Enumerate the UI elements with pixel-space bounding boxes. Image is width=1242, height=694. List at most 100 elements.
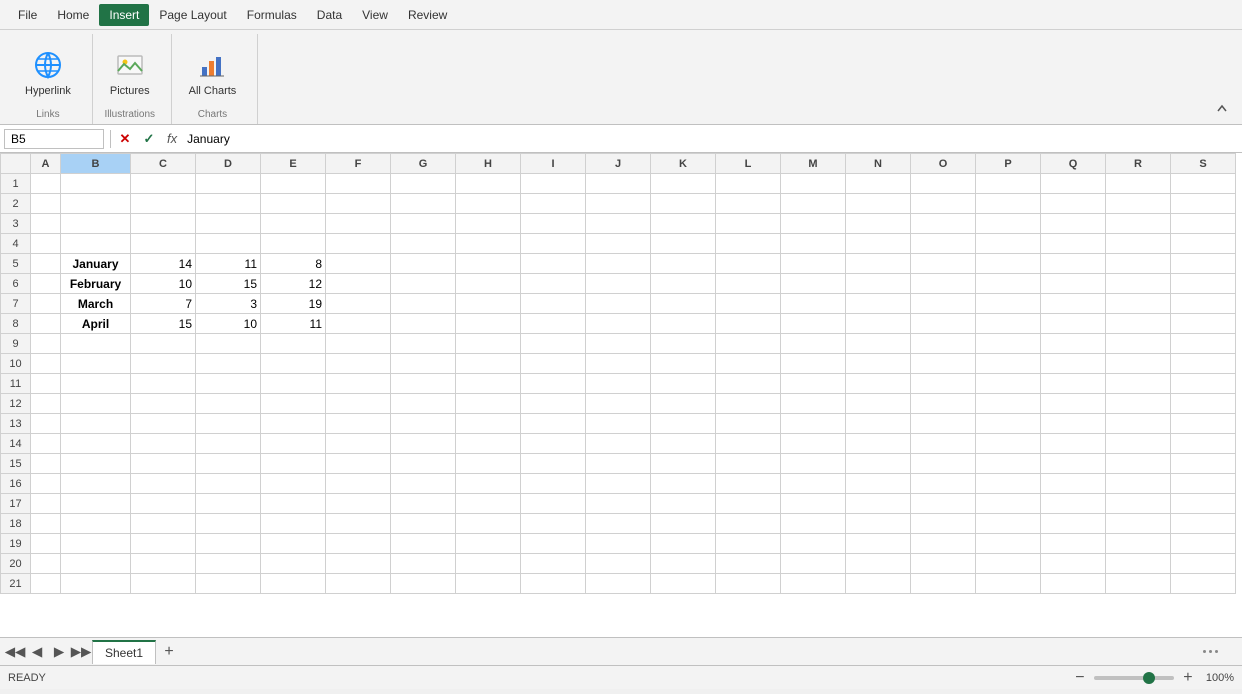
cell-s16[interactable]: [1171, 474, 1236, 494]
row-header-16[interactable]: 16: [1, 474, 31, 494]
cell-e11[interactable]: [261, 374, 326, 394]
cell-r7[interactable]: [1106, 294, 1171, 314]
cell-c5[interactable]: 14: [131, 254, 196, 274]
col-header-h[interactable]: H: [456, 154, 521, 174]
cell-p19[interactable]: [976, 534, 1041, 554]
grid-wrapper[interactable]: A B C D E F G H I J K L M N O P Q: [0, 153, 1242, 637]
col-header-n[interactable]: N: [846, 154, 911, 174]
ribbon-collapse-button[interactable]: [1210, 97, 1234, 124]
cell-h14[interactable]: [456, 434, 521, 454]
cell-a1[interactable]: [31, 174, 61, 194]
cell-a12[interactable]: [31, 394, 61, 414]
cell-f11[interactable]: [326, 374, 391, 394]
cell-p1[interactable]: [976, 174, 1041, 194]
cell-q16[interactable]: [1041, 474, 1106, 494]
cell-h10[interactable]: [456, 354, 521, 374]
cell-n10[interactable]: [846, 354, 911, 374]
cell-s2[interactable]: [1171, 194, 1236, 214]
cell-l3[interactable]: [716, 214, 781, 234]
row-header-12[interactable]: 12: [1, 394, 31, 414]
cell-i4[interactable]: [521, 234, 586, 254]
row-header-17[interactable]: 17: [1, 494, 31, 514]
cell-c14[interactable]: [131, 434, 196, 454]
cell-e16[interactable]: [261, 474, 326, 494]
cell-g8[interactable]: [391, 314, 456, 334]
cell-j16[interactable]: [586, 474, 651, 494]
cell-e4[interactable]: [261, 234, 326, 254]
cell-b1[interactable]: [61, 174, 131, 194]
cell-m4[interactable]: [781, 234, 846, 254]
cell-s9[interactable]: [1171, 334, 1236, 354]
cell-h3[interactable]: [456, 214, 521, 234]
cell-m16[interactable]: [781, 474, 846, 494]
cell-q13[interactable]: [1041, 414, 1106, 434]
cell-j5[interactable]: [586, 254, 651, 274]
cell-f1[interactable]: [326, 174, 391, 194]
zoom-in-button[interactable]: +: [1178, 669, 1198, 687]
cell-h9[interactable]: [456, 334, 521, 354]
sheet-nav-next[interactable]: ▶: [48, 641, 70, 663]
cell-b18[interactable]: [61, 514, 131, 534]
cell-g21[interactable]: [391, 574, 456, 594]
cell-b21[interactable]: [61, 574, 131, 594]
cell-c6[interactable]: 10: [131, 274, 196, 294]
row-header-6[interactable]: 6: [1, 274, 31, 294]
col-header-o[interactable]: O: [911, 154, 976, 174]
cell-a3[interactable]: [31, 214, 61, 234]
cell-n20[interactable]: [846, 554, 911, 574]
cell-o1[interactable]: [911, 174, 976, 194]
cell-c7[interactable]: 7: [131, 294, 196, 314]
cell-d3[interactable]: [196, 214, 261, 234]
cell-b14[interactable]: [61, 434, 131, 454]
cell-d6[interactable]: 15: [196, 274, 261, 294]
col-header-i[interactable]: I: [521, 154, 586, 174]
cell-g6[interactable]: [391, 274, 456, 294]
cell-s20[interactable]: [1171, 554, 1236, 574]
sheet-nav-first[interactable]: ◀◀: [4, 641, 26, 663]
cell-h12[interactable]: [456, 394, 521, 414]
cell-q7[interactable]: [1041, 294, 1106, 314]
cell-b15[interactable]: [61, 454, 131, 474]
cell-n5[interactable]: [846, 254, 911, 274]
row-header-4[interactable]: 4: [1, 234, 31, 254]
row-header-13[interactable]: 13: [1, 414, 31, 434]
cell-r12[interactable]: [1106, 394, 1171, 414]
cell-l6[interactable]: [716, 274, 781, 294]
cell-l1[interactable]: [716, 174, 781, 194]
cell-b19[interactable]: [61, 534, 131, 554]
cell-n4[interactable]: [846, 234, 911, 254]
cell-k1[interactable]: [651, 174, 716, 194]
cell-n9[interactable]: [846, 334, 911, 354]
cell-n2[interactable]: [846, 194, 911, 214]
cell-d19[interactable]: [196, 534, 261, 554]
cell-e10[interactable]: [261, 354, 326, 374]
cell-e6[interactable]: 12: [261, 274, 326, 294]
cell-a8[interactable]: [31, 314, 61, 334]
cell-m7[interactable]: [781, 294, 846, 314]
cell-m18[interactable]: [781, 514, 846, 534]
cell-b20[interactable]: [61, 554, 131, 574]
cell-k21[interactable]: [651, 574, 716, 594]
cell-p2[interactable]: [976, 194, 1041, 214]
cell-k9[interactable]: [651, 334, 716, 354]
cell-n14[interactable]: [846, 434, 911, 454]
cell-g15[interactable]: [391, 454, 456, 474]
cell-e7[interactable]: 19: [261, 294, 326, 314]
cell-r4[interactable]: [1106, 234, 1171, 254]
cell-j7[interactable]: [586, 294, 651, 314]
menu-insert[interactable]: Insert: [99, 4, 149, 26]
cell-h18[interactable]: [456, 514, 521, 534]
col-header-l[interactable]: L: [716, 154, 781, 174]
cell-a10[interactable]: [31, 354, 61, 374]
cell-o16[interactable]: [911, 474, 976, 494]
cell-d15[interactable]: [196, 454, 261, 474]
cell-s5[interactable]: [1171, 254, 1236, 274]
cell-q4[interactable]: [1041, 234, 1106, 254]
cell-n11[interactable]: [846, 374, 911, 394]
cell-n13[interactable]: [846, 414, 911, 434]
cell-n21[interactable]: [846, 574, 911, 594]
cell-d1[interactable]: [196, 174, 261, 194]
cell-c15[interactable]: [131, 454, 196, 474]
cell-m3[interactable]: [781, 214, 846, 234]
cell-o12[interactable]: [911, 394, 976, 414]
